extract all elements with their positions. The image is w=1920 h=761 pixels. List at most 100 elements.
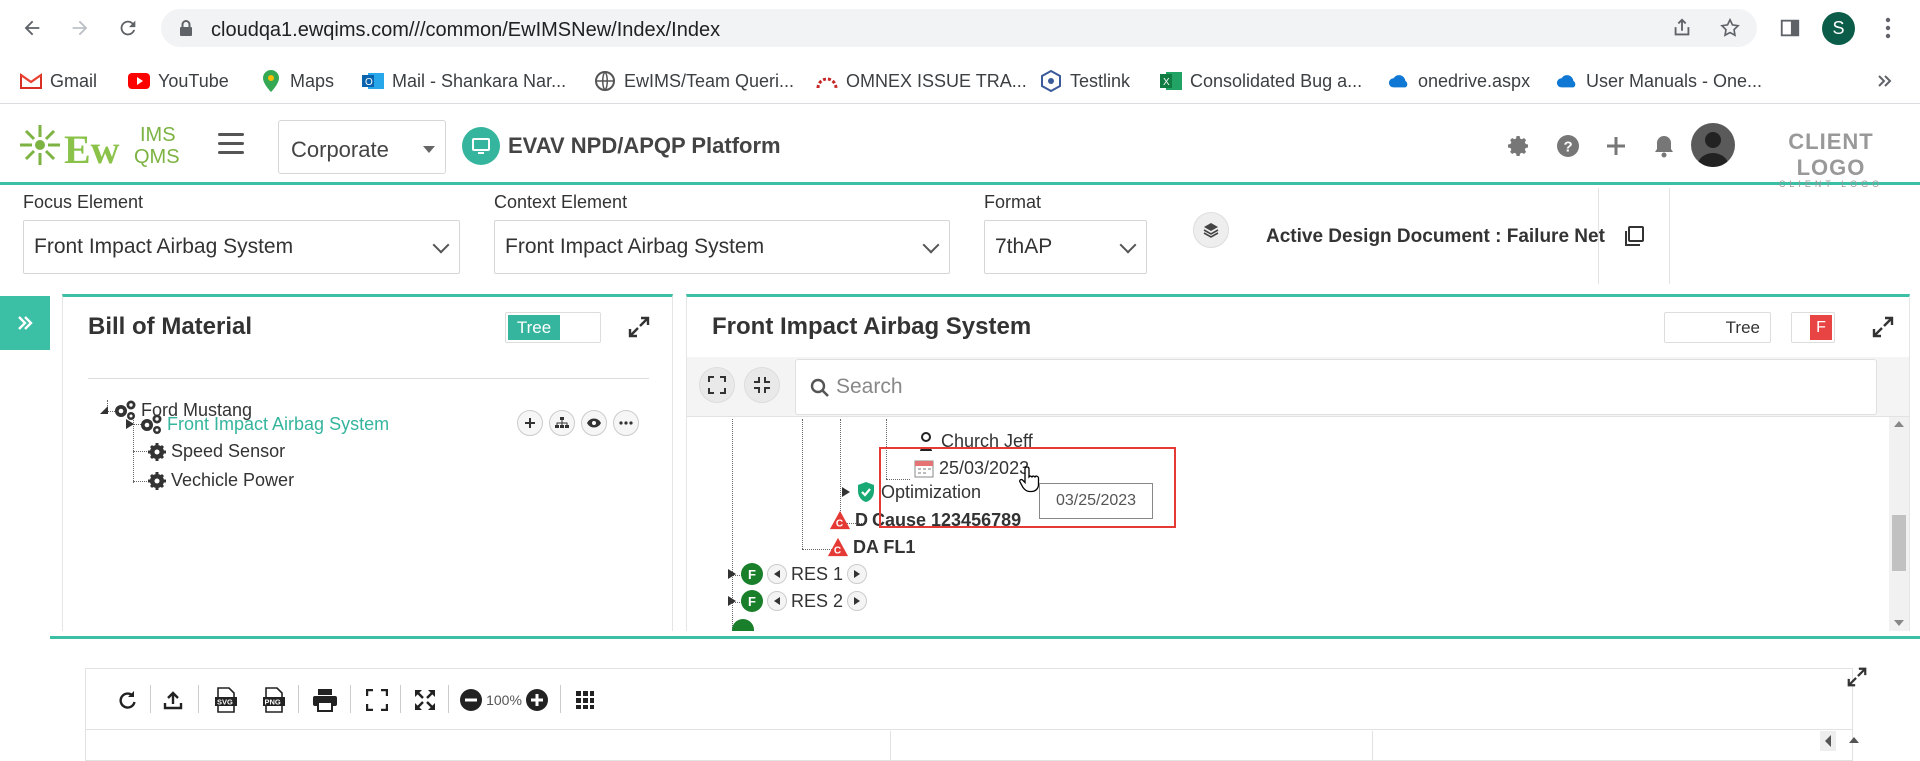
forward-button[interactable] (64, 12, 96, 44)
focus-bar: Focus Element Front Impact Airbag System… (0, 188, 1920, 284)
cause-warning-icon: C (829, 509, 851, 531)
arrow-right-icon[interactable] (847, 591, 868, 611)
da-fl1-node[interactable]: C DA FL1 (827, 536, 915, 558)
hierarchy-icon (555, 417, 569, 428)
reload-icon (120, 20, 136, 36)
diagram-canvas-panel: SVG PNG 100% (85, 668, 1853, 761)
lock-icon (180, 20, 192, 36)
bookmark-consolidated[interactable]: X Consolidated Bug a... (1160, 69, 1362, 93)
hamburger-menu-icon[interactable] (218, 133, 244, 155)
bookmarks-overflow-button[interactable] (1876, 69, 1892, 93)
upload-button[interactable] (160, 687, 186, 713)
zoom-out-button[interactable] (458, 687, 484, 713)
bookmark-maps[interactable]: Maps (260, 69, 334, 93)
layers-icon (1203, 223, 1219, 238)
star-icon (1720, 17, 1740, 37)
browser-menu-button[interactable] (1872, 9, 1904, 47)
side-panel-icon (1780, 19, 1800, 37)
fullscreen-button[interactable] (364, 687, 390, 713)
fullscreen-icon (708, 376, 726, 394)
address-bar[interactable]: cloudqa1.ewqims.com///common/EwIMSNew/In… (161, 9, 1757, 47)
arrow-right-icon[interactable] (847, 564, 868, 584)
bookmark-mail[interactable]: O Mail - Shankara Nar... (362, 69, 566, 93)
res-1-node[interactable]: F RES 1 (727, 563, 868, 585)
back-button[interactable] (16, 12, 48, 44)
more-button[interactable] (613, 410, 639, 436)
failure-net-panel: Front Impact Airbag System Tree F Church… (686, 294, 1910, 631)
bookmark-omnex[interactable]: OMNEX ISSUE TRA... (816, 69, 1027, 93)
platform-selector[interactable]: EVAV NPD/APQP Platform (462, 127, 781, 165)
chevron-down-icon (1119, 236, 1137, 254)
sidebar-expand-button[interactable] (0, 296, 50, 350)
grid-button[interactable] (572, 687, 598, 713)
onedrive-icon (1556, 70, 1578, 92)
format-select[interactable]: 7thAP (984, 220, 1147, 274)
res-2-node[interactable]: F RES 2 (727, 590, 868, 612)
arrow-left-icon[interactable] (767, 591, 787, 611)
search-field[interactable] (795, 359, 1877, 415)
more-horizontal-icon (619, 421, 633, 425)
notifications-button[interactable] (1649, 131, 1679, 161)
tree-view-toggle[interactable]: Tree (1664, 312, 1771, 343)
chevron-left-icon[interactable] (1820, 731, 1836, 751)
fit-diagram-button[interactable] (412, 687, 438, 713)
bookmark-star-button[interactable] (1714, 9, 1746, 47)
tree-node-selected[interactable]: Front Impact Airbag System (125, 413, 389, 435)
gears-icon (141, 414, 162, 434)
refresh-button[interactable] (114, 687, 140, 713)
monitor-icon (462, 127, 500, 165)
vertical-scrollbar[interactable] (1889, 417, 1909, 631)
help-button[interactable]: ? (1553, 131, 1583, 161)
share-button[interactable] (1666, 9, 1698, 47)
bookmark-ewims-team[interactable]: EwIMS/Team Queri... (594, 69, 794, 93)
bookmark-youtube[interactable]: YouTube (128, 69, 229, 93)
hierarchy-button[interactable] (549, 410, 575, 436)
side-panel-button[interactable] (1774, 9, 1806, 47)
user-avatar[interactable] (1691, 123, 1735, 167)
copy-button[interactable] (1598, 188, 1670, 284)
add-node-button[interactable] (517, 410, 543, 436)
reload-button[interactable] (112, 12, 144, 44)
tree-view-toggle[interactable]: Tree (505, 312, 601, 343)
scroll-down-arrow-icon[interactable] (1894, 620, 1904, 626)
plus-icon (1607, 137, 1625, 155)
compress-icon (754, 377, 770, 393)
gear-icon (148, 471, 166, 490)
bookmark-gmail[interactable]: Gmail (20, 69, 97, 93)
fit-to-screen-button[interactable] (699, 367, 735, 403)
bookmark-onedrive[interactable]: onedrive.aspx (1388, 69, 1530, 93)
add-button[interactable] (1601, 131, 1631, 161)
focus-element-label: Focus Element (23, 192, 144, 212)
chevron-up-icon[interactable] (1846, 731, 1862, 751)
cause-warning-icon: C (827, 536, 849, 558)
bookmark-user-manuals[interactable]: User Manuals - One... (1556, 69, 1762, 93)
settings-button[interactable] (1504, 131, 1534, 161)
expand-icon[interactable] (627, 315, 651, 339)
zoom-in-button[interactable] (524, 687, 550, 713)
scroll-up-arrow-icon[interactable] (1894, 421, 1904, 427)
expand-icon[interactable] (1846, 666, 1868, 688)
profile-avatar[interactable]: S (1822, 12, 1855, 45)
tree-node[interactable]: Vechicle Power (147, 470, 294, 491)
print-button[interactable] (310, 687, 340, 713)
arrow-left-icon[interactable] (767, 564, 787, 584)
export-png-button[interactable]: PNG (260, 687, 288, 713)
collapse-all-button[interactable] (744, 367, 780, 403)
tree-node[interactable]: Speed Sensor (147, 441, 285, 462)
context-element-select[interactable]: Front Impact Airbag System (494, 220, 950, 274)
layers-button[interactable] (1193, 212, 1229, 248)
corporate-select[interactable]: Corporate (278, 120, 446, 174)
gear-icon (1508, 136, 1528, 156)
view-button[interactable] (581, 410, 607, 436)
focus-element-select[interactable]: Front Impact Airbag System (23, 220, 460, 274)
upload-icon (163, 691, 183, 710)
search-input[interactable] (836, 372, 1836, 402)
help-icon: ? (1557, 135, 1579, 157)
scroll-thumb[interactable] (1892, 515, 1906, 571)
expand-icon[interactable] (1871, 315, 1895, 339)
export-svg-button[interactable]: SVG (212, 687, 240, 713)
chevron-down-icon (922, 236, 940, 254)
section-divider (50, 636, 1920, 639)
f-toggle[interactable]: F (1791, 312, 1835, 343)
bookmark-testlink[interactable]: Testlink (1040, 69, 1130, 93)
